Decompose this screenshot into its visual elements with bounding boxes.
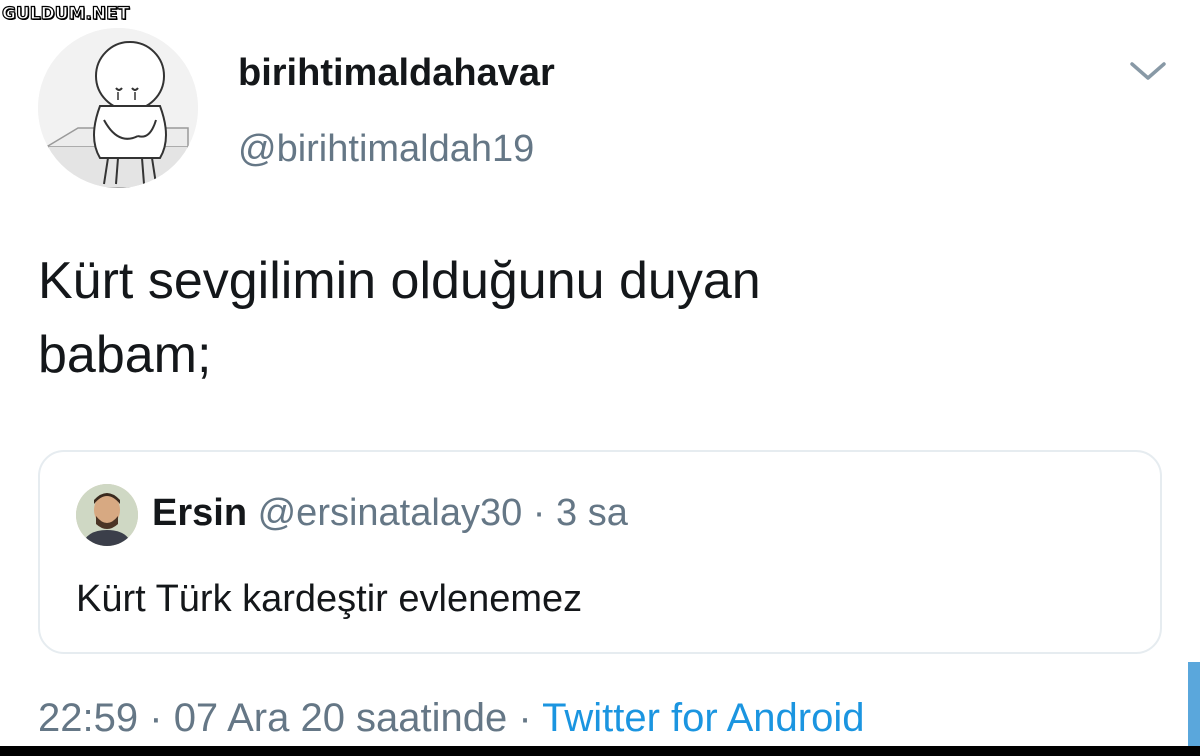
tweet-date[interactable]: 07 Ara 20 saatinde [174,696,508,740]
quoted-tweet-text: Kürt Türk kardeştir evlenemez [76,578,583,620]
tweet-menu-button[interactable] [1128,56,1168,88]
scroll-indicator[interactable] [1188,662,1200,746]
cartoon-character-icon [38,28,198,188]
quoted-tweet-header: Ersin @ersinatalay30 · 3 sa [152,492,628,535]
quoted-user-handle[interactable]: @ersinatalay30 [258,492,523,534]
quoted-tweet-card[interactable]: Ersin @ersinatalay30 · 3 sa Kürt Türk ka… [38,450,1162,654]
footer-separator: · [149,696,163,740]
quoted-tweet-time[interactable]: 3 sa [556,492,628,534]
tweet-footer: 22:59 · 07 Ara 20 saatinde · Twitter for… [38,696,865,741]
quoted-user-avatar[interactable] [76,484,138,546]
tweet-text-line: babam; [38,326,212,384]
footer-separator: · [518,696,532,740]
tweet-text-line: Kürt sevgilimin olduğunu duyan [38,252,761,310]
display-name[interactable]: birihtimaldahavar [238,52,555,95]
quoted-user-name[interactable]: Ersin [152,492,247,534]
person-photo-icon [76,484,138,546]
tweet-source-link[interactable]: Twitter for Android [542,696,864,740]
meta-separator: · [532,492,546,534]
user-avatar[interactable] [38,28,198,188]
user-handle[interactable]: @birihtimaldah19 [238,128,534,171]
site-watermark: GULDUM.NET [1,3,130,24]
tweet-text: Kürt sevgilimin olduğunu duyan babam; [38,244,1158,392]
tweet-time[interactable]: 22:59 [38,696,138,740]
chevron-down-icon [1130,62,1166,80]
bottom-edge [0,746,1200,756]
